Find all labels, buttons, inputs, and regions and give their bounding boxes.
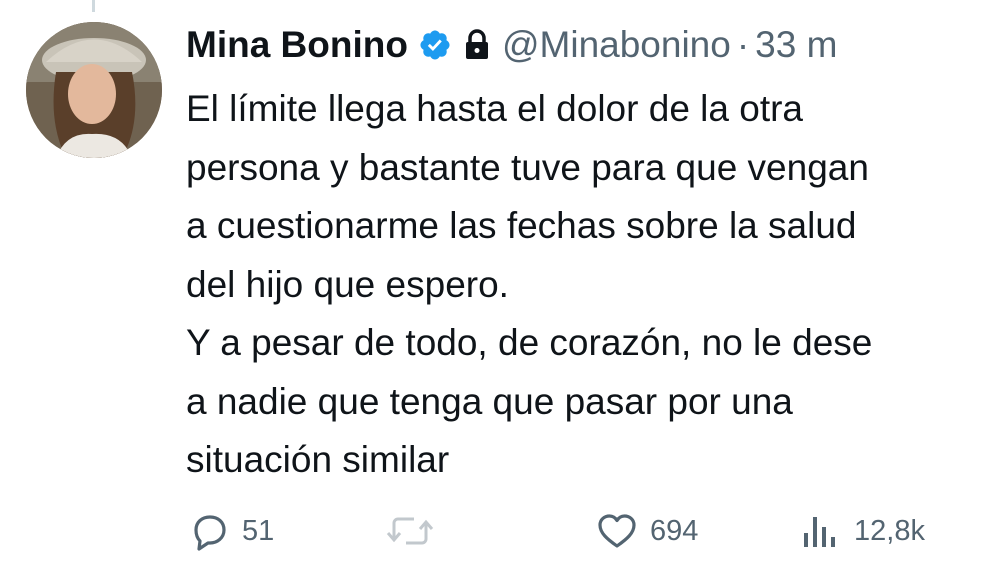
retweet-icon <box>386 511 434 551</box>
timestamp[interactable]: 33 m <box>755 24 837 66</box>
tweet-text-line: El límite llega hasta el dolor de la otr… <box>186 88 804 129</box>
reply-button[interactable]: 51 <box>190 508 274 554</box>
tweet-actions-bar: 51 694 12,8k <box>0 508 1000 554</box>
reply-count: 51 <box>242 514 275 547</box>
tweet-text-line: a cuestionarme las fechas sobre la salud <box>186 205 857 246</box>
retweet-button[interactable] <box>386 508 446 554</box>
heart-icon <box>596 511 638 551</box>
tweet-text-line: situación similar <box>186 439 450 480</box>
like-count: 694 <box>650 514 699 547</box>
tweet-text-line: del hijo que espero. <box>186 263 509 305</box>
tweet-text-line: Y a pesar de todo, de corazón, no le des… <box>186 322 873 363</box>
tweet-text: El límite llega hasta el dolor de la otr… <box>186 80 1000 490</box>
avatar-photo <box>26 22 162 158</box>
separator-dot: · <box>736 24 750 65</box>
tweet-header: Mina Bonino @Minabonino · 33 m <box>186 20 837 70</box>
verified-badge-icon <box>418 28 452 62</box>
views-count: 12,8k <box>854 514 925 547</box>
tweet-card[interactable]: Mina Bonino @Minabonino · 33 m El límite… <box>0 0 1000 567</box>
thread-connector-line <box>92 0 95 12</box>
reply-icon <box>190 511 230 551</box>
lock-icon <box>464 29 490 61</box>
user-handle[interactable]: @Minabonino <box>502 24 731 66</box>
like-button[interactable]: 694 <box>596 508 698 554</box>
views-button[interactable]: 12,8k <box>798 508 925 554</box>
avatar[interactable] <box>26 22 162 158</box>
tweet-text-line: a nadie que tenga que pasar por una <box>186 380 793 422</box>
tweet-text-line: persona y bastante tuve para que vengan <box>186 146 869 188</box>
display-name[interactable]: Mina Bonino <box>186 24 408 66</box>
views-chart-icon <box>798 511 842 551</box>
